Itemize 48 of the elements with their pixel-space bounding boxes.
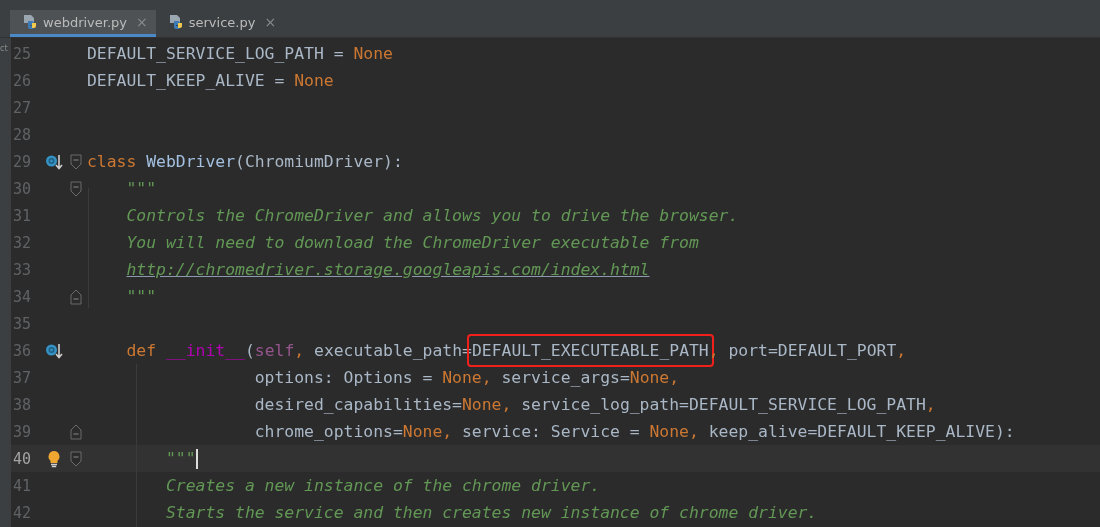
line-number: 26 bbox=[12, 71, 33, 90]
line-number: 42 bbox=[12, 503, 33, 522]
line-number: 40 bbox=[12, 449, 33, 468]
close-button[interactable]: × bbox=[136, 14, 148, 30]
fold-marker-icon[interactable] bbox=[70, 180, 82, 197]
code-line: , port=DEFAULT_PORT, bbox=[708, 341, 907, 360]
override-icon[interactable] bbox=[44, 341, 63, 360]
fold-marker-icon[interactable] bbox=[70, 153, 82, 170]
editor-tab[interactable]: webdriver.py × bbox=[10, 10, 156, 37]
line-number: 33 bbox=[12, 260, 33, 279]
code-line: """ bbox=[164, 449, 196, 468]
code-line: DEFAULT_SERVICE_LOG_PATH = None bbox=[87, 44, 393, 63]
line-number: 38 bbox=[12, 395, 33, 414]
code-line: http://chromedriver.storage.googleapis.com/index.html bbox=[125, 260, 650, 279]
close-button[interactable]: × bbox=[264, 14, 277, 30]
line-number: 30 bbox=[12, 179, 33, 198]
text-cursor bbox=[195, 448, 198, 469]
line-number: 31 bbox=[12, 206, 33, 225]
fold-marker-icon[interactable] bbox=[70, 423, 82, 440]
line-number: 29 bbox=[12, 152, 33, 171]
python-file-icon bbox=[167, 14, 184, 30]
line-number: 37 bbox=[12, 368, 33, 387]
code-line: DEFAULT_KEEP_ALIVE = None bbox=[87, 71, 334, 90]
line-number: 36 bbox=[12, 341, 33, 360]
panel-label: ct bbox=[0, 44, 8, 53]
line-number: 39 bbox=[12, 422, 33, 441]
editor-tab[interactable]: service.py × bbox=[155, 10, 285, 37]
line-number: 34 bbox=[12, 287, 33, 306]
line-number: 25 bbox=[12, 44, 33, 63]
code-line: Creates a new instance of the chrome driver. bbox=[164, 476, 601, 495]
line-number: 35 bbox=[12, 314, 33, 333]
code-line: """ bbox=[125, 287, 157, 306]
code-line: desired_capabilities=None, service_log_path=DEFAULT_SERVICE_LOG_PATH, bbox=[253, 395, 936, 414]
override-icon[interactable] bbox=[44, 152, 63, 171]
code-line: Starts the service and then creates new instance of chrome driver. bbox=[164, 503, 818, 522]
fold-marker-icon[interactable] bbox=[70, 450, 82, 467]
code-line: """ bbox=[125, 179, 157, 198]
line-number: 27 bbox=[12, 98, 33, 117]
code-line: options: Options = None, service_args=None, bbox=[253, 368, 680, 387]
python-file-icon bbox=[22, 14, 38, 30]
code-line: class WebDriver(ChromiumDriver): bbox=[87, 152, 403, 171]
line-number: 41 bbox=[12, 476, 33, 495]
fold-marker-icon[interactable] bbox=[70, 288, 82, 305]
line-number: 32 bbox=[12, 233, 33, 252]
line-number: 28 bbox=[12, 125, 33, 144]
code-line: chrome_options=None, service: Service = None, keep_alive=DEFAULT_KEEP_ALIVE): bbox=[253, 422, 1015, 441]
code-line: You will need to download the ChromeDriver executable from bbox=[125, 233, 699, 252]
code-line: Controls the ChromeDriver and allows you to drive the browser. bbox=[125, 206, 739, 225]
